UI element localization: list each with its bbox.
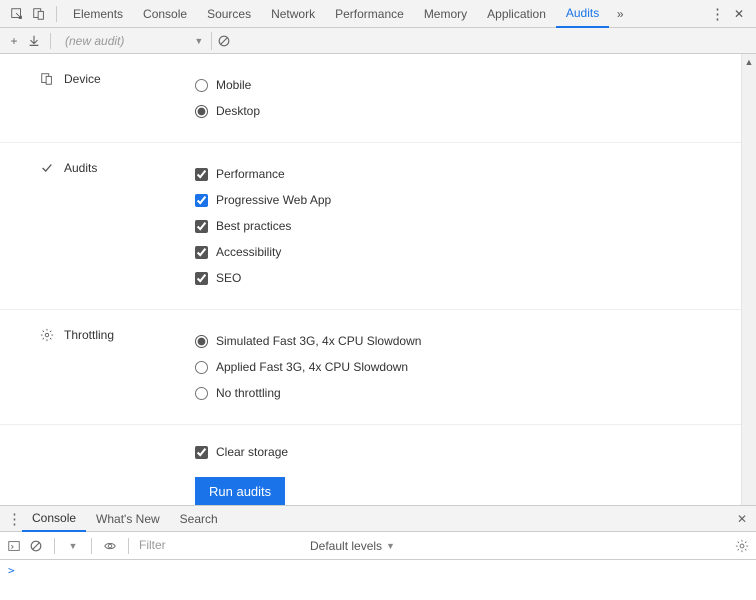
audit-best-practices-option[interactable]: Best practices	[195, 213, 756, 239]
new-audit-icon[interactable]: +	[6, 34, 22, 48]
run-audits-button[interactable]: Run audits	[195, 477, 285, 505]
drawer-tabs: ⋮ Console What's New Search ✕	[0, 505, 756, 532]
console-toolbar: ▼ Default levels▼	[0, 532, 756, 560]
throttling-none-option[interactable]: No throttling	[195, 380, 756, 406]
drawer-menu-icon[interactable]: ⋮	[6, 510, 22, 528]
device-section: Device Mobile Desktop	[0, 54, 756, 143]
console-output[interactable]: >	[0, 560, 756, 600]
audit-seo-checkbox[interactable]	[195, 272, 208, 285]
devtools-main-tabs: Elements Console Sources Network Perform…	[0, 0, 756, 28]
audit-select-dropdown[interactable]: (new audit) ▼	[59, 32, 212, 50]
gear-icon	[40, 328, 54, 342]
audit-performance-checkbox[interactable]	[195, 168, 208, 181]
device-mobile-radio[interactable]	[195, 79, 208, 92]
tab-audits[interactable]: Audits	[556, 0, 609, 28]
throttling-section: Throttling Simulated Fast 3G, 4x CPU Slo…	[0, 310, 756, 425]
drawer-tab-search[interactable]: Search	[170, 505, 228, 532]
device-desktop-option[interactable]: Desktop	[195, 98, 756, 124]
device-desktop-radio[interactable]	[195, 105, 208, 118]
tab-application[interactable]: Application	[477, 0, 556, 28]
drawer-tab-whats-new[interactable]: What's New	[86, 505, 170, 532]
console-sidebar-toggle-icon[interactable]	[6, 539, 22, 553]
throttling-applied-radio[interactable]	[195, 361, 208, 374]
drawer-close-icon[interactable]: ✕	[734, 512, 750, 526]
device-mobile-option[interactable]: Mobile	[195, 72, 756, 98]
audit-performance-option[interactable]: Performance	[195, 161, 756, 187]
drawer-tab-console[interactable]: Console	[22, 505, 86, 532]
device-label: Device	[64, 72, 101, 86]
audits-section: Audits Performance Progressive Web App B…	[0, 143, 756, 310]
tab-elements[interactable]: Elements	[63, 0, 133, 28]
audit-accessibility-checkbox[interactable]	[195, 246, 208, 259]
audit-select-label: (new audit)	[65, 34, 124, 48]
console-clear-icon[interactable]	[28, 539, 44, 553]
context-selector[interactable]: ▼	[65, 541, 81, 551]
tab-performance[interactable]: Performance	[325, 0, 414, 28]
log-levels-dropdown[interactable]: Default levels▼	[310, 539, 395, 553]
audit-best-practices-checkbox[interactable]	[195, 220, 208, 233]
tab-memory[interactable]: Memory	[414, 0, 477, 28]
audit-accessibility-option[interactable]: Accessibility	[195, 239, 756, 265]
eye-icon[interactable]	[102, 539, 118, 553]
close-devtools-icon[interactable]: ✕	[728, 7, 750, 21]
chevron-down-icon: ▼	[194, 36, 203, 46]
tab-sources[interactable]: Sources	[197, 0, 261, 28]
throttling-none-radio[interactable]	[195, 387, 208, 400]
clear-storage-checkbox[interactable]	[195, 446, 208, 459]
throttling-label: Throttling	[64, 328, 114, 342]
console-filter-input[interactable]	[139, 536, 304, 556]
scrollbar[interactable]: ▲	[741, 54, 756, 505]
console-settings-icon[interactable]	[734, 539, 750, 553]
throttling-applied-option[interactable]: Applied Fast 3G, 4x CPU Slowdown	[195, 354, 756, 380]
audits-label: Audits	[64, 161, 97, 175]
clear-storage-option[interactable]: Clear storage	[195, 439, 756, 465]
download-audit-icon[interactable]	[26, 34, 42, 48]
audit-pwa-checkbox[interactable]	[195, 194, 208, 207]
audit-seo-option[interactable]: SEO	[195, 265, 756, 291]
audits-toolbar: + (new audit) ▼	[0, 28, 756, 54]
audits-config-panel: Device Mobile Desktop Audits Performance…	[0, 54, 756, 505]
inspect-icon[interactable]	[6, 7, 28, 21]
check-icon	[40, 161, 54, 175]
audit-pwa-option[interactable]: Progressive Web App	[195, 187, 756, 213]
tab-console[interactable]: Console	[133, 0, 197, 28]
scroll-up-arrow[interactable]: ▲	[742, 54, 756, 69]
throttling-simulated-option[interactable]: Simulated Fast 3G, 4x CPU Slowdown	[195, 328, 756, 354]
tab-network[interactable]: Network	[261, 0, 325, 28]
device-icon	[40, 72, 54, 86]
device-toggle-icon[interactable]	[28, 7, 50, 21]
throttling-simulated-radio[interactable]	[195, 335, 208, 348]
kebab-menu-icon[interactable]: ⋮	[706, 5, 728, 23]
clear-icon[interactable]	[216, 34, 232, 48]
console-prompt: >	[8, 564, 15, 577]
more-tabs-icon[interactable]: »	[609, 7, 631, 21]
run-section: Clear storage Run audits	[0, 425, 756, 505]
